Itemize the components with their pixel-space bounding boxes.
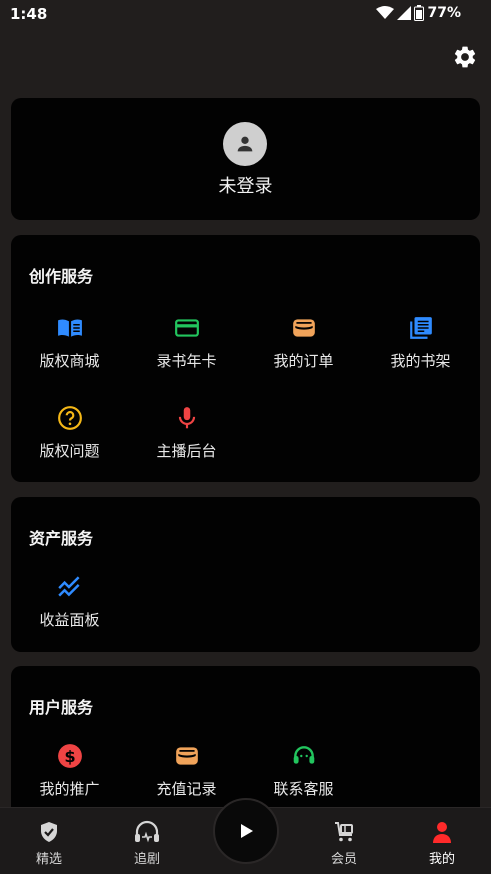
help-circle-icon [57, 406, 82, 430]
cart-icon [335, 822, 353, 842]
avatar[interactable] [223, 122, 267, 166]
nav-label: 我的 [428, 852, 455, 867]
person-icon [433, 822, 451, 843]
service-customer-support[interactable]: 联系客服 [245, 743, 362, 799]
nav-label: 精选 [35, 852, 62, 867]
section-title: 资产服务 [29, 529, 94, 548]
settings-button[interactable] [452, 44, 478, 70]
service-recharge-records[interactable]: 充值记录 [128, 743, 245, 799]
service-label: 版权商城 [39, 352, 100, 370]
status-indicators: 77% [376, 5, 461, 21]
login-status[interactable]: 未登录 [11, 172, 480, 198]
nav-label: 会员 [330, 852, 357, 867]
nav-item-membership[interactable]: 会员 [304, 820, 384, 867]
service-copyright-mall[interactable]: 版权商城 [11, 315, 128, 371]
service-copyright-faq[interactable]: 版权问题 [11, 405, 128, 461]
nav-label: 追剧 [133, 852, 160, 867]
service-my-orders[interactable]: 我的订单 [245, 315, 362, 371]
section-title: 创作服务 [29, 267, 94, 286]
dollar-circle-icon: $ [57, 744, 82, 768]
wallet-icon [292, 319, 315, 337]
shield-check-icon [41, 822, 57, 842]
service-anchor-backend[interactable]: 主播后台 [128, 405, 245, 461]
headphones-icon [135, 820, 159, 843]
open-book-icon [57, 319, 82, 337]
section-title: 用户服务 [29, 698, 94, 717]
service-label: 版权问题 [39, 442, 100, 460]
service-label: 我的书架 [390, 352, 451, 370]
service-annual-card[interactable]: 录书年卡 [128, 315, 245, 371]
service-label: 主播后台 [156, 442, 217, 460]
nav-item-mine[interactable]: 我的 [402, 820, 482, 867]
nav-item-featured[interactable]: 精选 [9, 820, 89, 867]
status-time: 1:48 [10, 5, 48, 23]
login-card[interactable]: 未登录 [11, 98, 480, 220]
battery-percent: 77% [427, 5, 461, 21]
service-label: 充值记录 [156, 780, 217, 798]
wifi-icon [376, 6, 395, 19]
trend-chart-icon [57, 576, 80, 597]
library-icon [409, 317, 432, 339]
headset-icon [293, 746, 314, 764]
service-label: 收益面板 [39, 611, 100, 629]
svg-text:$: $ [64, 747, 75, 766]
service-label: 录书年卡 [156, 352, 217, 370]
service-label: 我的订单 [273, 352, 334, 370]
gear-icon [454, 46, 476, 68]
service-my-bookshelf[interactable]: 我的书架 [362, 315, 479, 371]
status-bar: 1:48 77% [0, 0, 491, 28]
wallet-icon [175, 747, 198, 765]
person-icon [237, 136, 253, 152]
card-icon [174, 319, 199, 337]
battery-icon [414, 5, 425, 21]
asset-services-card: 资产服务 收益面板 [11, 497, 480, 652]
service-earnings-panel[interactable]: 收益面板 [11, 574, 128, 630]
nav-item-drama[interactable]: 追剧 [107, 820, 187, 867]
play-button[interactable] [213, 798, 279, 864]
service-label: 联系客服 [273, 780, 334, 798]
service-my-promotion[interactable]: $ 我的推广 [11, 743, 128, 799]
cellular-icon [397, 6, 412, 20]
creation-services-card: 创作服务 版权商城 录书年卡 我的订单 我的书架 版权问题 主播后台 [11, 235, 480, 482]
play-icon [241, 824, 253, 838]
microphone-icon [178, 407, 195, 429]
service-label: 我的推广 [39, 780, 100, 798]
